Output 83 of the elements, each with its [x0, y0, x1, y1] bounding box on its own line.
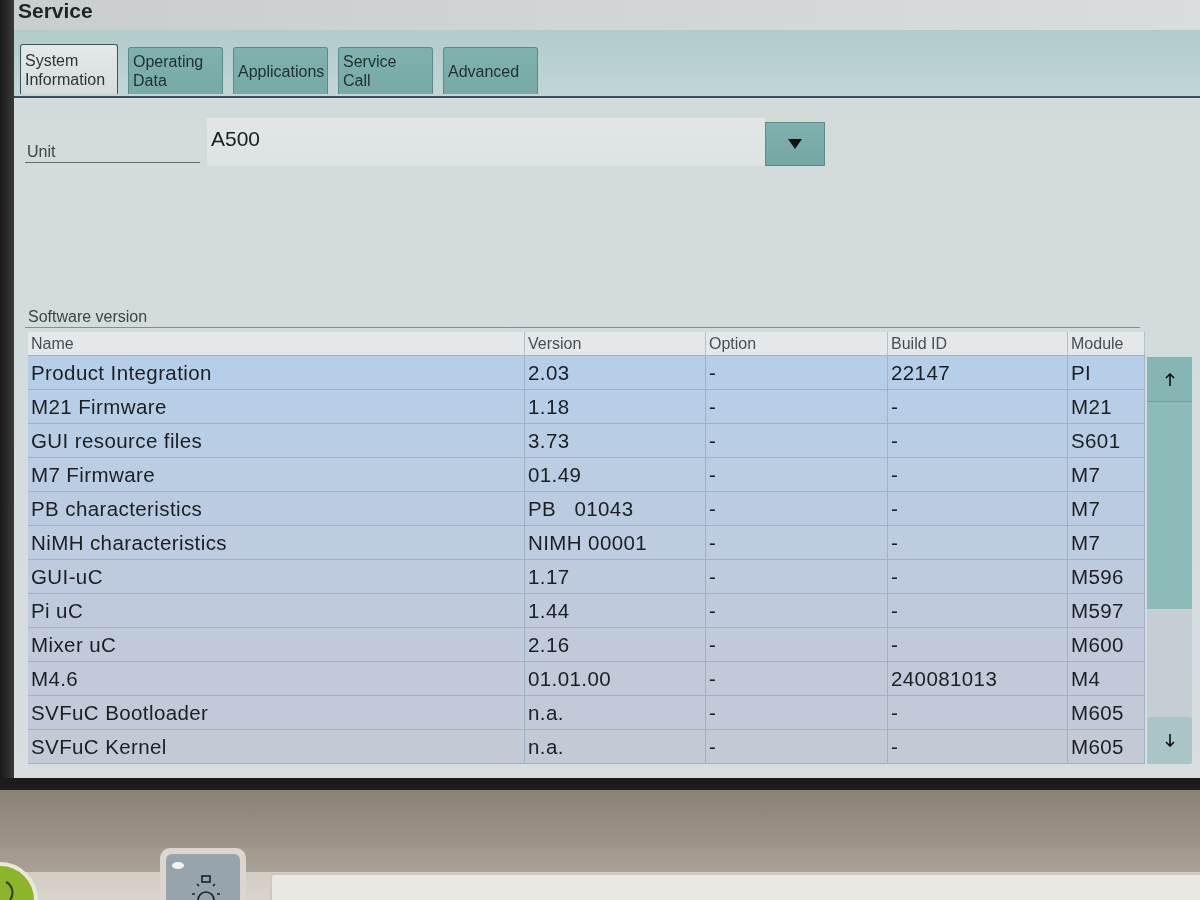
table-cell: - [706, 696, 888, 730]
table-cell: - [706, 628, 888, 662]
table-cell: SVFuC Kernel [28, 730, 525, 764]
column-header: Version [525, 332, 706, 356]
page-title: Service [18, 0, 93, 21]
dropdown-button[interactable] [765, 122, 825, 166]
table-cell: M4.6 [28, 662, 525, 696]
table-cell: M7 [1068, 526, 1145, 560]
table-cell: - [706, 560, 888, 594]
table-cell: PB characteristics [28, 492, 525, 526]
table-cell: - [888, 560, 1068, 594]
table-cell: M600 [1068, 628, 1145, 662]
table-cell: - [706, 356, 888, 390]
table-cell: - [706, 424, 888, 458]
column-header: Build ID [888, 332, 1068, 356]
table-cell: - [888, 730, 1068, 764]
tab[interactable]: System Information [20, 44, 118, 94]
arrow-up-icon [1164, 372, 1175, 386]
table-cell: M596 [1068, 560, 1145, 594]
table-cell: - [706, 390, 888, 424]
table-cell: S601 [1068, 424, 1145, 458]
table-cell: - [888, 526, 1068, 560]
indicator-light-icon [172, 862, 184, 869]
table-cell: M7 Firmware [28, 458, 525, 492]
table-cell: 1.44 [525, 594, 706, 628]
table-cell: M605 [1068, 696, 1145, 730]
table-cell: 01.01.00 [525, 662, 706, 696]
unit-dropdown[interactable]: A500 [207, 118, 765, 166]
table-cell: 01.49 [525, 458, 706, 492]
table-cell: - [888, 458, 1068, 492]
arrow-down-icon [1164, 734, 1175, 747]
table-cell: - [706, 594, 888, 628]
table-cell: 3.73 [525, 424, 706, 458]
tab[interactable]: Operating Data [128, 47, 223, 94]
table-cell: Pi uC [28, 594, 525, 628]
table-cell: GUI resource files [28, 424, 525, 458]
column-header: Module [1068, 332, 1145, 356]
table-cell: - [706, 526, 888, 560]
light-button[interactable] [160, 848, 246, 900]
table-cell: M7 [1068, 492, 1145, 526]
table-cell: - [888, 628, 1068, 662]
table-cell: M605 [1068, 730, 1145, 764]
table-cell: M597 [1068, 594, 1145, 628]
scrollbar-thumb[interactable] [1147, 402, 1192, 609]
table-cell: Mixer uC [28, 628, 525, 662]
scroll-up-button[interactable] [1147, 357, 1192, 402]
table-cell: M7 [1068, 458, 1145, 492]
table-cell: M4 [1068, 662, 1145, 696]
table-cell: 1.17 [525, 560, 706, 594]
light-bulb-icon [191, 874, 221, 900]
table-cell: - [706, 458, 888, 492]
table-cell: - [706, 730, 888, 764]
tab[interactable]: Advanced [443, 47, 538, 94]
table-cell: n.a. [525, 696, 706, 730]
table-cell: n.a. [525, 730, 706, 764]
table-cell: GUI-uC [28, 560, 525, 594]
unit-label: Unit [25, 142, 200, 163]
table-cell: - [888, 696, 1068, 730]
section-title: Software version [25, 308, 1140, 328]
table-cell: - [888, 390, 1068, 424]
table-cell: - [888, 424, 1068, 458]
table-cell: PB 01043 [525, 492, 706, 526]
table-cell: M21 Firmware [28, 390, 525, 424]
caret-down-icon [788, 139, 802, 149]
table-cell: 1.18 [525, 390, 706, 424]
column-header: Name [28, 332, 525, 356]
tab[interactable]: Service Call [338, 47, 433, 94]
table-cell: 240081013 [888, 662, 1068, 696]
table-cell: 22147 [888, 356, 1068, 390]
table-cell: - [706, 662, 888, 696]
table-cell: - [706, 492, 888, 526]
table-cell: - [888, 492, 1068, 526]
table-cell: NIMH 00001 [525, 526, 706, 560]
tab[interactable]: Applications [233, 47, 328, 94]
table-cell: M21 [1068, 390, 1145, 424]
table-cell: 2.16 [525, 628, 706, 662]
table-cell: SVFuC Bootloader [28, 696, 525, 730]
column-header: Option [706, 332, 888, 356]
table-cell: NiMH characteristics [28, 526, 525, 560]
table-cell: Product Integration [28, 356, 525, 390]
table-cell: 2.03 [525, 356, 706, 390]
table-cell: PI [1068, 356, 1145, 390]
table-cell: - [888, 594, 1068, 628]
